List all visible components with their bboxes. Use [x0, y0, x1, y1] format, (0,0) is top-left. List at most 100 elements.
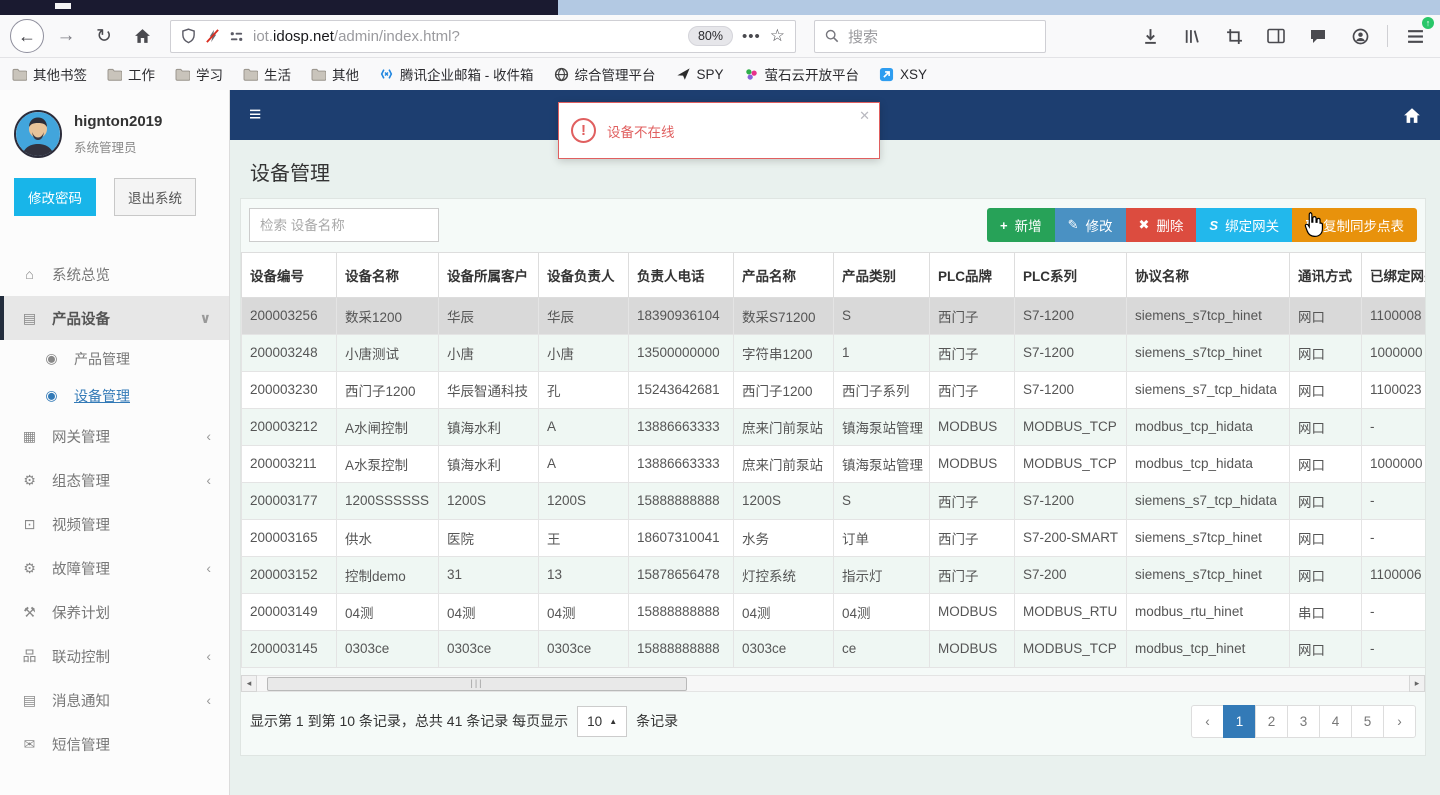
- scrollbar-thumb[interactable]: |||: [267, 676, 687, 691]
- bookmark-item[interactable]: 工作: [107, 64, 155, 84]
- bookmark-item[interactable]: 萤石云开放平台: [744, 64, 859, 84]
- 复制同步点表-button[interactable]: ↻ 复制同步点表: [1292, 208, 1417, 242]
- home-button[interactable]: [126, 20, 158, 52]
- reload-button[interactable]: ↻: [88, 20, 120, 52]
- sidebar-item-网关管理[interactable]: ▦ 网关管理 ‹: [0, 414, 229, 458]
- pencil-icon: ✎: [1067, 217, 1079, 232]
- table-cell: MODBUS_RTU: [1014, 592, 1127, 631]
- table-cell: S7-1200: [1014, 481, 1127, 520]
- folder-icon: [175, 68, 190, 81]
- table-row[interactable]: 200003211 A水泵控制 镇海水利 A 13886663333 庶来门前泵站 镇海泵站…: [241, 444, 1425, 483]
- bookmark-item[interactable]: 其他书签: [12, 64, 87, 84]
- table-cell: 0303ce: [538, 629, 629, 668]
- sidebar-item-组态管理[interactable]: ⚙ 组态管理 ‹: [0, 458, 229, 502]
- bookmark-item[interactable]: 学习: [175, 64, 223, 84]
- app-menu-button[interactable]: ↑: [1400, 17, 1434, 51]
- folder-icon: [243, 68, 258, 81]
- browser-search-bar[interactable]: 搜索: [814, 19, 1046, 53]
- table-row[interactable]: 200003145 0303ce 0303ce 0303ce 15888888888 03…: [241, 629, 1425, 668]
- sidebar-item-视频管理[interactable]: ⊡ 视频管理: [0, 502, 229, 546]
- pagination-page-4[interactable]: 4: [1319, 704, 1352, 738]
- back-button[interactable]: ←: [10, 19, 44, 53]
- table-cell: ce: [833, 629, 930, 668]
- action-button-group: + 新增 ✎ 修改 ✖ 删除 S 绑定网关 ↻ 复制同步点表: [987, 208, 1417, 242]
- sidebar-item-label: 设备管理: [74, 387, 130, 404]
- table-row[interactable]: 200003248 小唐测试 小唐 小唐 13500000000 字符串1200 1 西门子 S…: [241, 333, 1425, 372]
- sidebar-item-label: 产品管理: [74, 350, 130, 367]
- table-cell: 1200SSSSSS: [336, 481, 439, 520]
- table-row[interactable]: 200003152 控制demo 31 13 15878656478 灯控系统 指示灯 西门子…: [241, 555, 1425, 594]
- pagination-next-button[interactable]: ›: [1383, 704, 1416, 738]
- 新增-button[interactable]: + 新增: [987, 208, 1055, 242]
- column-header: 产品名称: [733, 253, 834, 298]
- shield-icon: [182, 28, 195, 44]
- sidebar-item-产品设备[interactable]: ▤ 产品设备 ∨: [0, 296, 229, 340]
- bookmark-star-icon[interactable]: ☆: [770, 26, 785, 46]
- pagination-prev-button[interactable]: ‹: [1191, 704, 1224, 738]
- table-cell: 网口: [1289, 370, 1362, 409]
- bookmark-item[interactable]: 腾讯企业邮箱 - 收件箱: [379, 64, 534, 84]
- chevron-left-icon: ‹: [206, 472, 211, 488]
- table-row[interactable]: 200003149 04测 04测 04测 15888888888 04测 04测 MODBU…: [241, 592, 1425, 631]
- change-password-button[interactable]: 修改密码: [14, 178, 96, 216]
- table-row[interactable]: 200003256 数采1200 华辰 华辰 18390936104 数采S71200 S 西…: [241, 296, 1425, 335]
- chat-bubble-button[interactable]: [1303, 21, 1333, 51]
- sidebar-item-保养计划[interactable]: ⚒ 保养计划: [0, 590, 229, 634]
- alert-close-icon[interactable]: ✕: [859, 108, 870, 124]
- zoom-level-badge[interactable]: 80%: [687, 26, 733, 46]
- url-bar[interactable]: iot.idosp.net/admin/index.html? 80% ••• …: [170, 19, 796, 53]
- bookmark-item[interactable]: 其他: [311, 64, 359, 84]
- navbar-home-button[interactable]: [1403, 107, 1421, 124]
- table-row[interactable]: 200003165 供水 医院王 18607310041 水务 订单 西门子 S7-200-S…: [241, 518, 1425, 557]
- logout-button[interactable]: 退出系统: [114, 178, 196, 216]
- url-host: idosp.net: [273, 27, 334, 45]
- table-cell: 小唐: [438, 333, 539, 372]
- forward-button[interactable]: →: [50, 20, 82, 52]
- bookmark-item[interactable]: 生活: [243, 64, 291, 84]
- home-icon: ⌂: [25, 266, 34, 282]
- tab-favicon-mark: [55, 3, 71, 9]
- pagination-page-2[interactable]: 2: [1255, 704, 1288, 738]
- sidebars-button[interactable]: [1261, 21, 1291, 51]
- library-button[interactable]: [1177, 21, 1207, 51]
- sidebar-item-联动控制[interactable]: 品联动控制 ‹: [0, 634, 229, 678]
- bookmark-label: 生活: [264, 68, 291, 83]
- bookmark-item[interactable]: 综合管理平台: [554, 64, 656, 84]
- avatar: [14, 110, 62, 158]
- device-table-panel: + 新增 ✎ 修改 ✖ 删除 S 绑定网关 ↻ 复制同步点表 设备编号设备名称设备所属客户设备负责…: [240, 198, 1426, 756]
- screenshot-crop-button[interactable]: [1219, 21, 1249, 51]
- table-row[interactable]: 200003212 A水闸控制 镇海水利 A 13886663333 庶来门前泵站 镇海泵站…: [241, 407, 1425, 446]
- column-header: 通讯方式: [1289, 253, 1362, 298]
- scroll-left-arrow[interactable]: ◂: [241, 674, 257, 692]
- sidebar-item-消息通知[interactable]: ▤ 消息通知 ‹: [0, 678, 229, 722]
- sidebar-toggle-button[interactable]: ≡: [249, 103, 261, 127]
- account-button[interactable]: [1345, 21, 1375, 51]
- scroll-right-arrow[interactable]: ▸: [1409, 674, 1425, 692]
- sidebar-item-系统总览[interactable]: ⌂ 系统总览: [0, 252, 229, 296]
- update-badge: ↑: [1422, 17, 1434, 29]
- chevron-left-icon: ‹: [206, 560, 211, 576]
- x-icon: ✖: [1138, 217, 1150, 232]
- pagination-page-5[interactable]: 5: [1351, 704, 1384, 738]
- pagination-page-1[interactable]: 1: [1223, 704, 1256, 738]
- table-cell: 13886663333: [628, 444, 734, 483]
- table-row[interactable]: 200003230 西门子1200 华辰智通科技孔 15243642681 西门子120…: [241, 370, 1425, 409]
- url-prefix: iot.: [253, 27, 274, 45]
- sidebar-item-故障管理[interactable]: ⚙ 故障管理 ‹: [0, 546, 229, 590]
- device-search-input[interactable]: [249, 208, 439, 242]
- bookmark-item[interactable]: SPY: [676, 67, 724, 82]
- pagination-page-3[interactable]: 3: [1287, 704, 1320, 738]
- 删除-button[interactable]: ✖ 删除: [1125, 208, 1197, 242]
- 绑定网关-button[interactable]: S 绑定网关: [1196, 208, 1293, 242]
- 修改-button[interactable]: ✎ 修改: [1054, 208, 1126, 242]
- sidebar-item-短信管理[interactable]: ✉ 短信管理: [0, 722, 229, 766]
- sitemap-icon: 品: [22, 648, 37, 664]
- table-row[interactable]: 200003177 1200SSSSSS 1200S 1200S 15888888888…: [241, 481, 1425, 520]
- downloads-button[interactable]: [1135, 21, 1165, 51]
- sidebar-item-产品管理[interactable]: ◉ 产品管理: [0, 340, 229, 377]
- page-size-dropdown[interactable]: 10 ▲: [577, 705, 628, 737]
- scrollbar-track[interactable]: |||: [257, 674, 1409, 692]
- sidebar-item-设备管理[interactable]: ◉ 设备管理: [0, 377, 229, 414]
- bookmark-item[interactable]: XSY: [879, 67, 927, 82]
- page-actions-button[interactable]: •••: [742, 28, 761, 45]
